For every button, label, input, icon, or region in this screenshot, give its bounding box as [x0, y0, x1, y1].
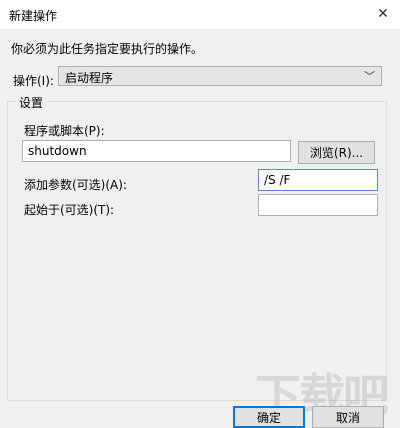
arguments-label: 添加参数(可选)(A): — [24, 178, 127, 192]
action-select[interactable]: 启动程序 ﹀ — [58, 66, 382, 86]
start-in-input[interactable] — [258, 194, 378, 216]
chevron-down-icon: ﹀ — [364, 70, 375, 83]
title-bar: 新建操作 ✕ — [0, 0, 400, 30]
browse-button[interactable]: 浏览(R)... — [298, 141, 375, 164]
instruction-text: 你必须为此任务指定要执行的操作。 — [11, 42, 204, 56]
program-input-value: shutdown — [28, 144, 87, 158]
action-label: 操作(I): — [13, 74, 54, 88]
arguments-input-value: /S /F — [264, 173, 291, 187]
program-input[interactable]: shutdown — [22, 140, 291, 162]
program-label: 程序或脚本(P): — [24, 124, 105, 138]
arguments-input[interactable]: /S /F — [258, 169, 378, 191]
action-select-value: 启动程序 — [65, 71, 114, 85]
cancel-button[interactable]: 取消 — [312, 406, 384, 428]
close-button[interactable]: ✕ — [372, 4, 394, 24]
close-icon: ✕ — [377, 6, 389, 22]
ok-button[interactable]: 确定 — [233, 406, 305, 428]
start-in-label: 起始于(可选)(T): — [24, 203, 115, 217]
window-title: 新建操作 — [9, 9, 58, 23]
settings-group-label: 设置 — [16, 94, 47, 111]
